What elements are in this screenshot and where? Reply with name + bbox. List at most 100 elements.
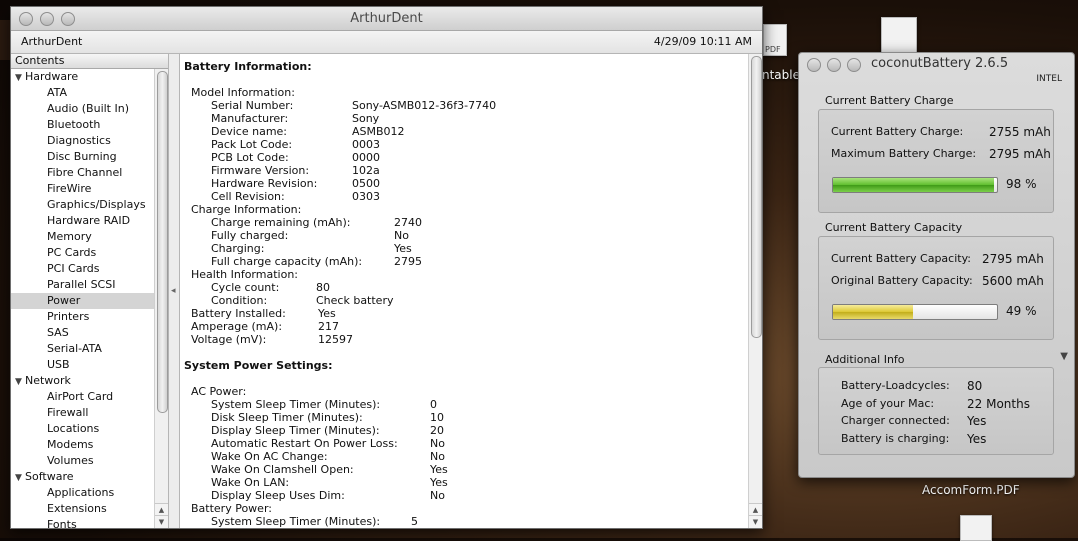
sidebar-item-label: Volumes [47,454,94,467]
sidebar-item[interactable]: Fonts [11,517,168,528]
sidebar-category[interactable]: ▼ Network [11,373,168,389]
sidebar-item[interactable]: ATA [11,85,168,101]
property-value: Yes [394,242,412,255]
sidebar-item[interactable]: Serial-ATA [11,341,168,357]
desktop-label-partial[interactable]: ntable [762,68,800,82]
property-value: No [430,489,445,502]
desktop-file-icon[interactable] [960,515,992,541]
property-label: Battery Power: [191,502,272,515]
property-value: Yes [430,463,448,476]
sidebar-item-label: Bluetooth [47,118,101,131]
property-label: System Sleep Timer (Minutes): [211,515,381,528]
sidebar-item[interactable]: Audio (Built In) [11,101,168,117]
sidebar-item-label: Modems [47,438,94,451]
info-label: Charger connected: [841,414,950,427]
property-label: Serial Number: [211,99,294,112]
sidebar-scroll-thumb[interactable] [157,71,168,413]
sidebar-item[interactable]: Printers [11,309,168,325]
sidebar-item[interactable]: Bluetooth [11,117,168,133]
coconut-minimize-button[interactable] [827,58,841,72]
sidebar-item[interactable]: SAS [11,325,168,341]
sidebar-item[interactable]: Disc Burning [11,149,168,165]
sidebar-item-label: USB [47,358,70,371]
sidebar-item[interactable]: Fibre Channel [11,165,168,181]
sidebar-item-label: FireWire [47,182,92,195]
sidebar-item[interactable]: Memory [11,229,168,245]
property-label: Wake On AC Change: [211,450,328,463]
sidebar-item[interactable]: AirPort Card [11,389,168,405]
sidebar-item[interactable]: Hardware RAID [11,213,168,229]
sidebar-item-label: Extensions [47,502,107,515]
detail-scrollbar[interactable]: ▲ ▼ [748,54,762,528]
coconut-close-button[interactable] [807,58,821,72]
divider-grip-icon[interactable]: ◂ [171,286,176,296]
sidebar-item[interactable]: Graphics/Displays [11,197,168,213]
sidebar-item[interactable]: Extensions [11,501,168,517]
charge-bar [832,177,998,193]
property-label: Full charge capacity (mAh): [211,255,363,268]
desktop-document-icon[interactable] [881,17,917,55]
property-label: Display Sleep Uses Dim: [211,489,345,502]
property-label: Charging: [211,242,265,255]
sidebar-item[interactable]: PCI Cards [11,261,168,277]
capacity-bar-fill [833,305,914,319]
sidebar-item-label: AirPort Card [47,390,114,403]
sidebar-item[interactable]: Parallel SCSI [11,277,168,293]
detail-scroll-down-arrow-icon[interactable]: ▼ [749,515,762,528]
property-label: Charge remaining (mAh): [211,216,351,229]
property-label: Device name: [211,125,288,138]
sidebar-item-label: Memory [47,230,92,243]
coconut-zoom-button[interactable] [847,58,861,72]
property-label: Hardware Revision: [211,177,318,190]
sidebar-category[interactable]: ▼ Software [11,469,168,485]
info-bar: ArthurDent 4/29/09 10:11 AM [11,31,762,54]
sidebar-scrollbar[interactable]: ▲ ▼ [154,69,168,528]
sidebar-item-label: Fonts [47,518,77,528]
sidebar-item-label: Diagnostics [47,134,111,147]
sidebar-item[interactable]: Diagnostics [11,133,168,149]
sidebar-item[interactable]: USB [11,357,168,373]
sidebar-item[interactable]: Firewall [11,405,168,421]
disclosure-triangle-icon[interactable]: ▼ [15,70,25,86]
property-value: 2740 [394,216,422,229]
sidebar-item[interactable]: PC Cards [11,245,168,261]
disclosure-triangle-icon[interactable]: ▼ [15,470,25,486]
title-bar[interactable]: ArthurDent [11,7,762,31]
info-value: 22 Months [967,396,1030,411]
sidebar-item-label: Firewall [47,406,89,419]
property-value: 102a [352,164,380,177]
sidebar-item[interactable]: Locations [11,421,168,437]
info-section-label: Additional Info [825,353,905,366]
current-capacity-label: Current Battery Capacity: [831,252,971,265]
disclosure-triangle-icon[interactable]: ▼ [15,374,25,390]
property-label: Model Information: [191,86,295,99]
sidebar-item[interactable]: Power [11,293,168,309]
max-charge-label: Maximum Battery Charge: [831,147,977,160]
property-value: 0 [430,398,437,411]
sidebar-item[interactable]: FireWire [11,181,168,197]
property-value: No [430,437,445,450]
split-view-divider[interactable]: ◂ [169,54,180,528]
sidebar-category[interactable]: ▼ Hardware [11,69,168,85]
property-value: Sony-ASMB012-36f3-7740 [352,99,497,112]
sidebar-item[interactable]: Applications [11,485,168,501]
property-label: Pack Lot Code: [211,138,293,151]
info-label: Age of your Mac: [841,396,935,410]
desktop-label-accomform[interactable]: AccomForm.PDF [922,483,1020,497]
sidebar-item[interactable]: Modems [11,437,168,453]
original-capacity-value: 5600 mAh [982,274,1044,288]
charge-group: Current Battery Charge: 2755 mAh Maximum… [818,109,1054,213]
detail-scroll-thumb[interactable] [751,56,762,338]
disclosure-triangle-icon[interactable]: ▼ [1060,351,1068,362]
desktop-pdf-icon[interactable]: PDF [763,24,787,56]
sidebar-item[interactable]: Volumes [11,453,168,469]
info-label: Battery is charging: [841,431,950,445]
sidebar-scroll-down-arrow-icon[interactable]: ▼ [155,515,168,528]
property-label: AC Power: [191,385,247,398]
sidebar-item-label: Power [47,294,81,307]
property-label: Battery Installed: [191,307,286,320]
property-value: 0303 [352,190,380,203]
max-charge-value: 2795 mAh [989,147,1051,161]
capacity-bar [832,304,998,320]
capacity-percent: 49 % [1006,304,1037,318]
